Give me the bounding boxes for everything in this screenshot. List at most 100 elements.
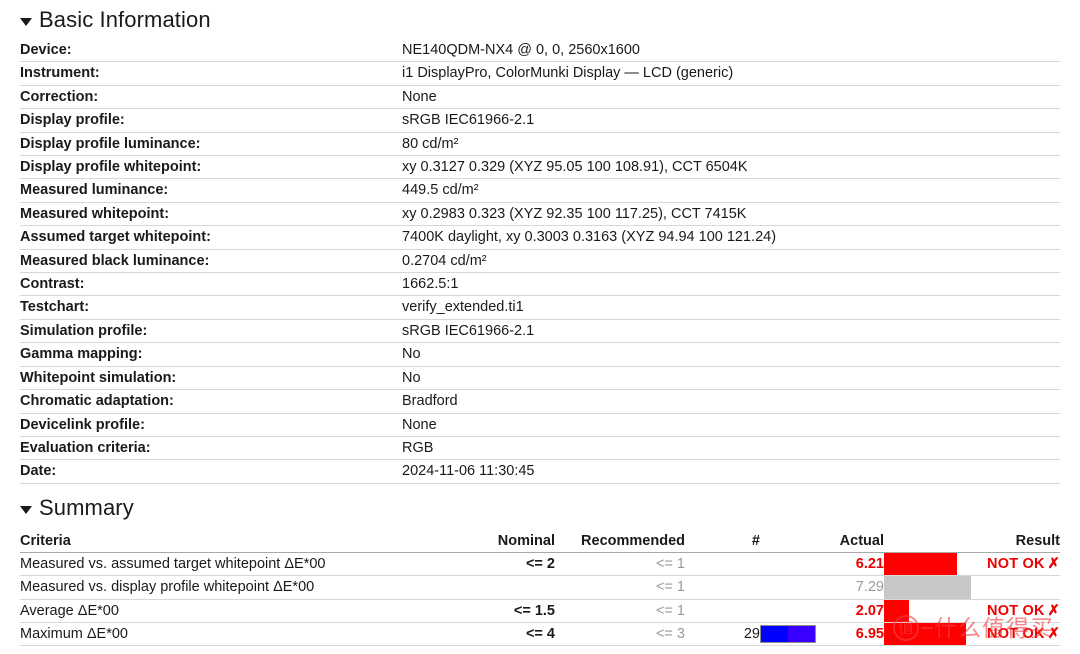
column-header-recommended: Recommended <box>581 532 685 549</box>
info-value: 80 cd/m² <box>402 131 1060 156</box>
info-value: sRGB IEC61966-2.1 <box>402 318 1060 343</box>
info-label: Correction: <box>20 84 402 109</box>
summary-table-head: Criteria Nominal Recommended # Actual Re… <box>20 528 1060 553</box>
recommended-value: <= 1 <box>555 598 685 623</box>
deviation-bar <box>884 622 966 646</box>
bar-cell <box>884 598 984 623</box>
info-label: Chromatic adaptation: <box>20 389 402 413</box>
swatch-reference-color <box>761 626 788 643</box>
deviation-bar <box>884 552 957 576</box>
deviation-bar <box>884 576 971 599</box>
info-value: RGB <box>402 435 1060 460</box>
bar-cell <box>884 575 984 600</box>
info-value: xy 0.2983 0.323 (XYZ 92.35 100 117.25), … <box>402 201 1060 226</box>
table-row: Average ΔE*00 <= 1.5 <= 1 2.07 NOT OK ✗ <box>20 598 1060 623</box>
color-swatch-cell <box>760 575 822 600</box>
summary-table: Criteria Nominal Recommended # Actual Re… <box>20 528 1060 647</box>
triangle-down-icon[interactable] <box>20 17 32 26</box>
info-value: None <box>402 412 1060 437</box>
color-swatch-cell <box>760 552 822 575</box>
result-cell: NOT OK ✗ <box>984 552 1060 575</box>
info-label: Instrument: <box>20 61 402 86</box>
criteria-label: Maximum ΔE*00 <box>20 621 450 647</box>
count-value <box>685 575 760 600</box>
actual-value: 6.21 <box>855 555 884 572</box>
summary-table-body: Measured vs. assumed target whitepoint Δ… <box>20 552 1060 647</box>
actual-value: 6.95 <box>822 621 884 647</box>
count-value: 29 <box>685 621 760 647</box>
count-value <box>685 552 760 575</box>
bar-track <box>884 576 984 599</box>
table-row: Simulation profile: sRGB IEC61966-2.1 <box>20 318 1060 343</box>
info-label: Assumed target whitepoint: <box>20 225 402 250</box>
info-value: sRGB IEC61966-2.1 <box>402 108 1060 133</box>
basic-information-section-header[interactable]: Basic Information <box>20 0 1060 36</box>
actual-value: 7.29 <box>822 575 884 600</box>
table-row: Correction: None <box>20 84 1060 109</box>
result-cell: NOT OK ✗ <box>984 621 1060 647</box>
triangle-down-icon[interactable] <box>20 505 32 514</box>
column-header-criteria: Criteria <box>20 532 71 549</box>
info-label: Testchart: <box>20 295 402 320</box>
info-value: 0.2704 cd/m² <box>402 248 1060 273</box>
deviation-bar <box>884 599 909 622</box>
table-row: Measured whitepoint: xy 0.2983 0.323 (XY… <box>20 201 1060 226</box>
recommended-value: <= 3 <box>555 621 685 647</box>
column-header-bar <box>884 528 984 553</box>
info-value: verify_extended.ti1 <box>402 295 1060 320</box>
info-value: 7400K daylight, xy 0.3003 0.3163 (XYZ 94… <box>402 225 1060 250</box>
recommended-value: <= 1 <box>555 575 685 600</box>
nominal-value: <= 4 <box>450 621 555 647</box>
info-label: Whitepoint simulation: <box>20 365 402 390</box>
table-row: Measured luminance: 449.5 cd/m² <box>20 178 1060 203</box>
verification-report-page: Basic Information Device: NE140QDM-NX4 @… <box>0 0 1080 654</box>
color-swatch-cell <box>760 621 822 647</box>
summary-title: Summary <box>39 494 134 520</box>
bar-track <box>884 552 984 576</box>
column-header-actual: Actual <box>839 532 884 549</box>
info-label: Evaluation criteria: <box>20 435 402 460</box>
info-label: Contrast: <box>20 272 402 296</box>
info-value: 449.5 cd/m² <box>402 178 1060 203</box>
recommended-value: <= 1 <box>655 555 685 572</box>
info-label: Date: <box>20 459 402 484</box>
info-label: Measured whitepoint: <box>20 201 402 226</box>
column-header-nominal: Nominal <box>497 532 555 549</box>
summary-section-header[interactable]: Summary <box>20 484 1060 526</box>
table-row: Date: 2024-11-06 11:30:45 <box>20 459 1060 484</box>
table-row: Whitepoint simulation: No <box>20 365 1060 390</box>
basic-information-rows: Device: NE140QDM-NX4 @ 0, 0, 2560x1600 I… <box>20 39 1060 484</box>
table-row: Device: NE140QDM-NX4 @ 0, 0, 2560x1600 <box>20 39 1060 62</box>
table-row: Maximum ΔE*00 <= 4 <= 3 29 6.95 NOT OK ✗ <box>20 621 1060 647</box>
info-value: No <box>402 365 1060 390</box>
info-label: Simulation profile: <box>20 318 402 343</box>
swatch-measured-color <box>788 626 815 643</box>
nominal-value <box>450 575 555 600</box>
nominal-value: <= 1.5 <box>450 598 555 623</box>
column-header-result: Result <box>1015 532 1060 549</box>
nominal-value: <= 2 <box>525 555 555 572</box>
info-label: Display profile whitepoint: <box>20 155 402 179</box>
table-row: Chromatic adaptation: Bradford <box>20 389 1060 413</box>
actual-value: 2.07 <box>822 598 884 623</box>
table-row: Measured vs. assumed target whitepoint Δ… <box>20 552 1060 576</box>
table-row: Display profile luminance: 80 cd/m² <box>20 131 1060 156</box>
table-row: Evaluation criteria: RGB <box>20 435 1060 460</box>
table-row: Testchart: verify_extended.ti1 <box>20 295 1060 320</box>
table-row: Measured black luminance: 0.2704 cd/m² <box>20 248 1060 273</box>
table-row: Display profile: sRGB IEC61966-2.1 <box>20 108 1060 133</box>
result-status-icon: ✗ <box>1047 555 1060 572</box>
bar-cell <box>884 552 984 576</box>
info-label: Display profile luminance: <box>20 131 402 156</box>
criteria-label: Measured vs. display profile whitepoint … <box>20 575 450 600</box>
column-header-swatch <box>760 528 822 553</box>
table-row: Display profile whitepoint: xy 0.3127 0.… <box>20 155 1060 179</box>
info-value: 2024-11-06 11:30:45 <box>402 459 1060 484</box>
info-label: Gamma mapping: <box>20 342 402 367</box>
result-label: NOT OK <box>987 602 1045 619</box>
info-label: Device: <box>20 42 72 58</box>
bar-track <box>884 622 984 646</box>
color-swatch <box>760 625 816 644</box>
count-value <box>685 598 760 623</box>
info-value: xy 0.3127 0.329 (XYZ 95.05 100 108.91), … <box>402 155 1060 179</box>
